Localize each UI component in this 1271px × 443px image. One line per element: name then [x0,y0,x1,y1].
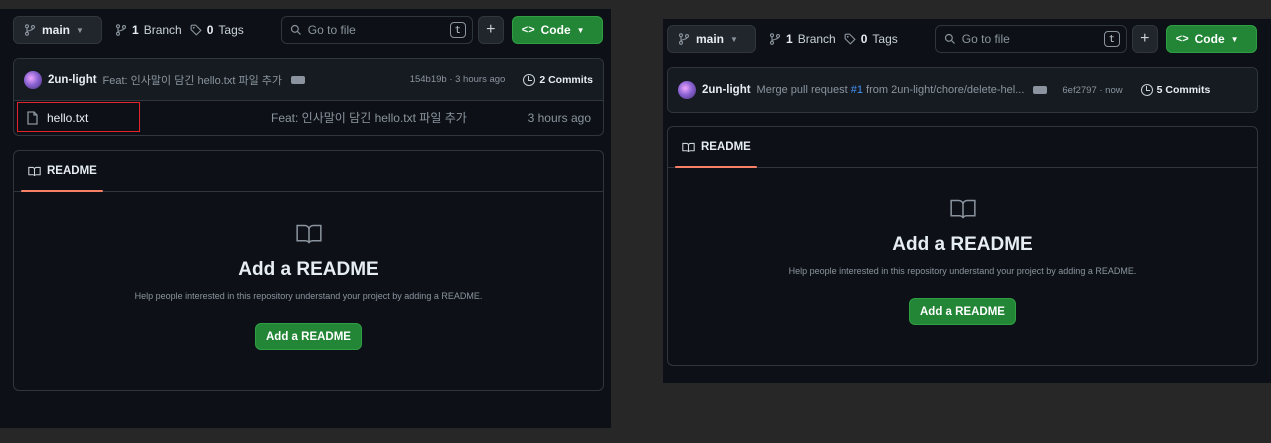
branches-count: 1 [132,23,139,37]
git-branch-icon [115,24,127,36]
git-branch-icon [678,33,690,45]
annotation-highlight-box [17,102,140,132]
commits-link[interactable]: 5 Commits [1140,84,1211,96]
go-to-file-input[interactable]: Go to file t [934,25,1127,53]
book-icon [28,166,41,177]
ellipsis-icon[interactable] [291,75,306,84]
readme-box: README Add a README Help people interest… [13,150,604,391]
readme-box: README Add a README Help people interest… [667,126,1258,366]
chevron-down-icon: ▼ [76,25,84,35]
search-icon [290,24,302,36]
branches-count: 1 [786,32,793,46]
commit-message-suffix: from 2un-light/chore/delete-hel... [862,84,1025,96]
code-icon: <> [1175,33,1189,45]
code-button-label: Code [540,23,571,37]
add-file-button[interactable]: + [1131,25,1158,53]
repo-toolbar: main ▼ 1 Branch 0 Tags Go to file t + <>… [667,24,1257,54]
tags-link[interactable]: 0 Tags [190,23,244,37]
latest-commit-row: 2un-light Merge pull request #1 from 2un… [668,68,1257,112]
tab-readme[interactable]: README [14,151,603,192]
code-icon: <> [521,24,535,36]
branch-select-button[interactable]: main ▼ [667,25,756,53]
readme-heading: Add a README [238,259,379,280]
go-to-file-input[interactable]: Go to file t [280,16,473,44]
readme-description: Help people interested in this repositor… [788,266,1137,276]
readme-empty-state: Add a README Help people interested in t… [668,168,1257,325]
file-commit-time: 3 hours ago [527,110,591,125]
tags-link[interactable]: 0 Tags [844,32,898,46]
add-file-button[interactable]: + [477,16,504,44]
pull-request-link[interactable]: #1 [851,84,863,96]
commit-author[interactable]: 2un-light [702,84,751,96]
book-icon [295,223,323,245]
commit-sha-time[interactable]: 154b19b · 3 hours ago [410,74,506,85]
chevron-down-icon: ▼ [576,25,585,35]
branches-link[interactable]: 1 Branch [769,32,836,46]
tags-count: 0 [860,32,868,46]
commit-message-prefix: Merge pull request [756,84,851,96]
search-icon [944,33,956,45]
commit-message[interactable]: Merge pull request #1 from 2un-light/cho… [757,84,1025,96]
tags-count: 0 [206,23,214,37]
code-button-label: Code [1194,32,1225,46]
keyboard-shortcut-badge: t [1103,31,1120,47]
tags-label: Tags [872,32,898,46]
chevron-down-icon: ▼ [1230,34,1239,44]
branches-label: Branch [797,32,836,46]
repo-panel-before: main ▼ 1 Branch 0 Tags Go to file t + <>… [0,9,611,428]
tags-label: Tags [218,23,244,37]
book-icon [949,198,977,220]
commit-message[interactable]: Feat: 인사말이 담긴 hello.txt 파일 추가 [103,72,282,88]
readme-heading: Add a README [892,234,1033,255]
code-button[interactable]: <> Code ▼ [1165,25,1257,53]
file-table: 2un-light Merge pull request #1 from 2un… [667,67,1258,113]
branches-link[interactable]: 1 Branch [115,23,182,37]
commits-count: 5 Commits [1156,84,1211,96]
history-icon [1140,84,1153,96]
file-commit-message[interactable]: Feat: 인사말이 담긴 hello.txt 파일 추가 [271,109,528,126]
readme-tab-label: README [47,165,97,177]
search-placeholder: Go to file [307,23,356,37]
tag-icon [190,24,202,36]
readme-empty-state: Add a README Help people interested in t… [14,192,603,350]
commits-link[interactable]: 2 Commits [523,73,593,86]
add-readme-button[interactable]: Add a README [909,298,1016,325]
repo-toolbar: main ▼ 1 Branch 0 Tags Go to file t + <>… [13,15,603,45]
add-readme-button[interactable]: Add a README [255,323,362,350]
commit-sha-time[interactable]: 6ef2797 · now [1062,85,1122,96]
readme-tab-label: README [701,141,751,153]
code-button[interactable]: <> Code ▼ [511,16,603,44]
book-icon [682,142,695,153]
tab-readme[interactable]: README [668,127,1257,168]
commit-author[interactable]: 2un-light [48,74,97,86]
tag-icon [844,33,856,45]
branches-label: Branch [143,23,182,37]
chevron-down-icon: ▼ [730,34,738,44]
git-branch-icon [24,24,36,36]
readme-description: Help people interested in this repositor… [134,291,483,301]
ellipsis-icon[interactable] [1033,86,1048,94]
branch-name: main [696,32,725,46]
avatar[interactable] [678,81,696,99]
keyboard-shortcut-badge: t [449,22,466,38]
history-icon [523,73,536,86]
search-placeholder: Go to file [961,32,1010,46]
repo-panel-after: main ▼ 1 Branch 0 Tags Go to file t + <>… [663,19,1271,383]
git-branch-icon [769,33,781,45]
avatar[interactable] [24,70,42,89]
branch-name: main [42,23,71,37]
branch-select-button[interactable]: main ▼ [13,16,102,44]
latest-commit-row: 2un-light Feat: 인사말이 담긴 hello.txt 파일 추가 … [14,59,603,100]
commits-count: 2 Commits [539,73,593,86]
